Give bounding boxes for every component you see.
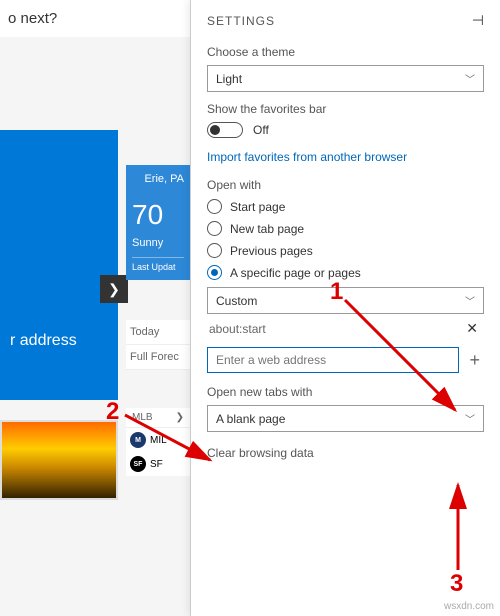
openwith-label: Open with: [207, 178, 484, 192]
pin-icon[interactable]: ⊣: [472, 12, 484, 29]
annotation-2: 2: [106, 398, 119, 426]
page-prompt: o next?: [0, 0, 190, 37]
annotation-3: 3: [450, 570, 463, 598]
favbar-label: Show the favorites bar: [207, 102, 484, 116]
radio-specific-page[interactable]: A specific page or pages: [207, 265, 484, 280]
radio-start-page[interactable]: Start page: [207, 199, 484, 214]
card-text: r address: [10, 332, 77, 350]
team-row-sf: SF SF: [126, 452, 190, 476]
clear-data-label: Clear browsing data: [207, 446, 484, 460]
panel-title: SETTINGS: [207, 14, 275, 28]
add-page-button[interactable]: +: [465, 350, 484, 371]
favbar-toggle[interactable]: [207, 122, 243, 138]
image-tile[interactable]: [0, 420, 118, 500]
favbar-state: Off: [253, 123, 269, 137]
team-logo-sf: SF: [130, 456, 146, 472]
import-favorites-link[interactable]: Import favorites from another browser: [207, 150, 484, 164]
newtabs-select[interactable]: A blank page﹀: [207, 405, 484, 432]
link-today[interactable]: Today: [126, 320, 190, 345]
weather-location: Erie, PA: [132, 173, 184, 185]
team-row-mil: M MIL: [126, 428, 190, 452]
remove-page-button[interactable]: ✕: [462, 320, 482, 337]
weather-temp: 70: [132, 199, 184, 231]
settings-panel: SETTINGS ⊣ Choose a theme Light﹀ Show th…: [190, 0, 500, 616]
radio-new-tab-page[interactable]: New tab page: [207, 221, 484, 236]
mlb-header: MLB ❯: [126, 408, 190, 428]
watermark: wsxdn.com: [444, 601, 494, 612]
annotation-1: 1: [330, 278, 343, 306]
web-address-input[interactable]: [207, 347, 459, 373]
team-logo-mil: M: [130, 432, 146, 448]
link-forecast[interactable]: Full Forec: [126, 345, 190, 370]
mlb-widget[interactable]: MLB ❯ M MIL SF SF: [126, 408, 190, 476]
chevron-down-icon: ﹀: [465, 411, 475, 426]
theme-label: Choose a theme: [207, 45, 484, 59]
theme-select[interactable]: Light﹀: [207, 65, 484, 92]
newtabs-label: Open new tabs with: [207, 385, 484, 399]
chevron-down-icon: ﹀: [465, 293, 475, 308]
weather-updated: Last Updat: [132, 257, 184, 272]
radio-previous-pages[interactable]: Previous pages: [207, 243, 484, 258]
weather-card[interactable]: Erie, PA 70 Sunny Last Updat: [126, 165, 190, 280]
news-card[interactable]: r address ❯: [0, 130, 118, 400]
chevron-down-icon: ﹀: [465, 71, 475, 86]
custom-page-select[interactable]: Custom﹀: [207, 287, 484, 314]
weather-links: Today Full Forec: [126, 320, 190, 370]
weather-condition: Sunny: [132, 237, 184, 249]
chevron-right-icon[interactable]: ❯: [100, 275, 128, 303]
page-entry-aboutstart: about:start ✕: [207, 314, 484, 343]
